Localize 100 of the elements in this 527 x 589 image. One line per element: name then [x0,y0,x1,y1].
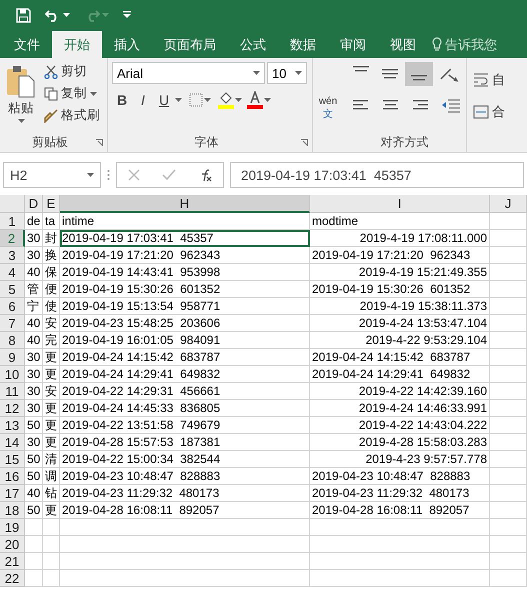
fill-color-icon[interactable] [218,91,234,109]
column-header[interactable]: I [310,195,490,213]
table-cell: 2019-04-24 14:29:41 649832 [310,366,490,383]
column-header[interactable]: J [490,195,527,213]
row-header[interactable]: 17 [0,485,25,502]
ribbon-tab[interactable]: 视图 [378,31,428,58]
row-header[interactable]: 4 [0,264,25,281]
table-cell: 2019-04-19 15:30:26 601352 [310,281,490,298]
table-cell: 30 [25,400,43,417]
row-header[interactable]: 14 [0,434,25,451]
ribbon-tab[interactable]: 开始 [52,31,102,58]
row-header[interactable]: 16 [0,468,25,485]
table-cell: 完 [43,332,60,349]
table-cell: 2019-04-23 11:29:32 480173 [60,485,310,502]
row-header[interactable]: 7 [0,315,25,332]
table-cell: 40 [25,485,43,502]
customize-icon[interactable] [123,11,131,19]
table-cell: 50 [25,502,43,519]
table-cell [490,451,527,468]
check-icon[interactable] [162,169,176,181]
wrap-text-button[interactable]: 自 [471,70,523,90]
row-header[interactable]: 11 [0,383,25,400]
table-cell: ta [43,213,60,230]
table-cell: 2019-04-19 16:01:05 984091 [60,332,310,349]
italic-button[interactable]: I [133,90,153,110]
font-size-field[interactable]: 10 [267,62,307,84]
row-header[interactable]: 1 [0,213,25,230]
table-cell: 2019-4-22 9:53:29.104 [310,332,490,349]
column-header[interactable]: D [25,195,43,213]
table-cell: 2019-04-23 10:48:47 828883 [310,468,490,485]
row-header[interactable]: 18 [0,502,25,519]
font-color-icon[interactable] [247,91,263,109]
table-cell [490,417,527,434]
table-cell [25,519,43,536]
ribbon-tab[interactable]: 公式 [228,31,278,58]
row-header[interactable]: 3 [0,247,25,264]
dialog-launcher-icon[interactable] [301,138,308,146]
table-cell: 2019-04-22 15:00:34 382544 [60,451,310,468]
row-header[interactable]: 12 [0,400,25,417]
caret-icon [63,13,70,17]
copy-button[interactable]: 复制 [42,84,102,103]
lightbulb-icon [432,37,442,52]
dialog-launcher-icon[interactable] [96,138,103,146]
table-cell: 2019-4-24 14:46:33.991 [310,400,490,417]
table-cell: de [25,213,43,230]
ribbon-tab[interactable]: 文件 [2,31,52,58]
ribbon-tab[interactable]: 页面布局 [152,31,228,58]
table-cell [490,281,527,298]
table-cell: 2019-04-19 17:03:41 45357 [60,230,310,247]
table-cell: 50 [25,468,43,485]
table-cell: 2019-04-22 13:51:58 749679 [60,417,310,434]
ribbon-tab[interactable]: 审阅 [328,31,378,58]
row-header[interactable]: 2 [0,230,25,247]
table-cell: 2019-04-23 15:48:25 203606 [60,315,310,332]
ribbon-tab[interactable]: 插入 [102,31,152,58]
row-header[interactable]: 6 [0,298,25,315]
group-label: 剪贴板 [31,134,69,150]
row-header[interactable]: 5 [0,281,25,298]
top-align-icon [352,66,369,73]
row-header[interactable]: 13 [0,417,25,434]
row-header[interactable]: 10 [0,366,25,383]
table-cell: 2019-4-23 9:57:57.778 [310,451,490,468]
table-cell: 调 [43,468,60,485]
formula-field[interactable]: 2019-04-19 17:03:41 45357 [230,162,524,188]
bold-button[interactable]: B [112,90,132,110]
border-icon[interactable] [189,93,203,107]
format-painter-button[interactable]: 格式刷 [42,106,102,125]
save-icon[interactable] [16,8,31,22]
table-cell: 2019-4-19 17:08:11.000 [310,230,490,247]
bottom-align-button[interactable] [405,62,433,86]
font-name-field[interactable]: Arial [112,62,265,84]
row-header[interactable]: 15 [0,451,25,468]
row-header[interactable]: 9 [0,349,25,366]
row-header[interactable]: 8 [0,332,25,349]
ribbon-tab[interactable]: 数据 [278,31,328,58]
decrease-indent-icon[interactable] [441,99,461,113]
table-cell [25,553,43,570]
underline-button[interactable]: U [154,90,174,110]
table-cell [490,264,527,281]
table-cell: 更 [43,502,60,519]
row-header[interactable]: 21 [0,553,25,570]
phonetic-button[interactable]: wén 文 [313,95,343,122]
table-cell: 2019-04-28 16:08:11 892057 [310,502,490,519]
name-box[interactable]: H2 [3,162,101,188]
table-cell [490,400,527,417]
copy-icon [44,86,58,100]
row-header[interactable]: 19 [0,519,25,536]
table-cell [490,434,527,451]
caret-icon [87,173,94,177]
caret-icon [175,98,182,102]
paste-button[interactable]: 粘贴 [4,62,38,132]
tell-me-field[interactable]: 告诉我您 [428,31,497,58]
table-cell: 2019-4-19 15:21:49.355 [310,264,490,281]
column-header[interactable]: E [43,195,60,213]
merge-button[interactable]: 合 [471,102,523,122]
row-header[interactable]: 20 [0,536,25,553]
row-header[interactable]: 22 [0,570,25,587]
table-cell [490,383,527,400]
cut-button[interactable]: 剪切 [42,62,102,81]
column-header[interactable]: H [60,195,310,213]
